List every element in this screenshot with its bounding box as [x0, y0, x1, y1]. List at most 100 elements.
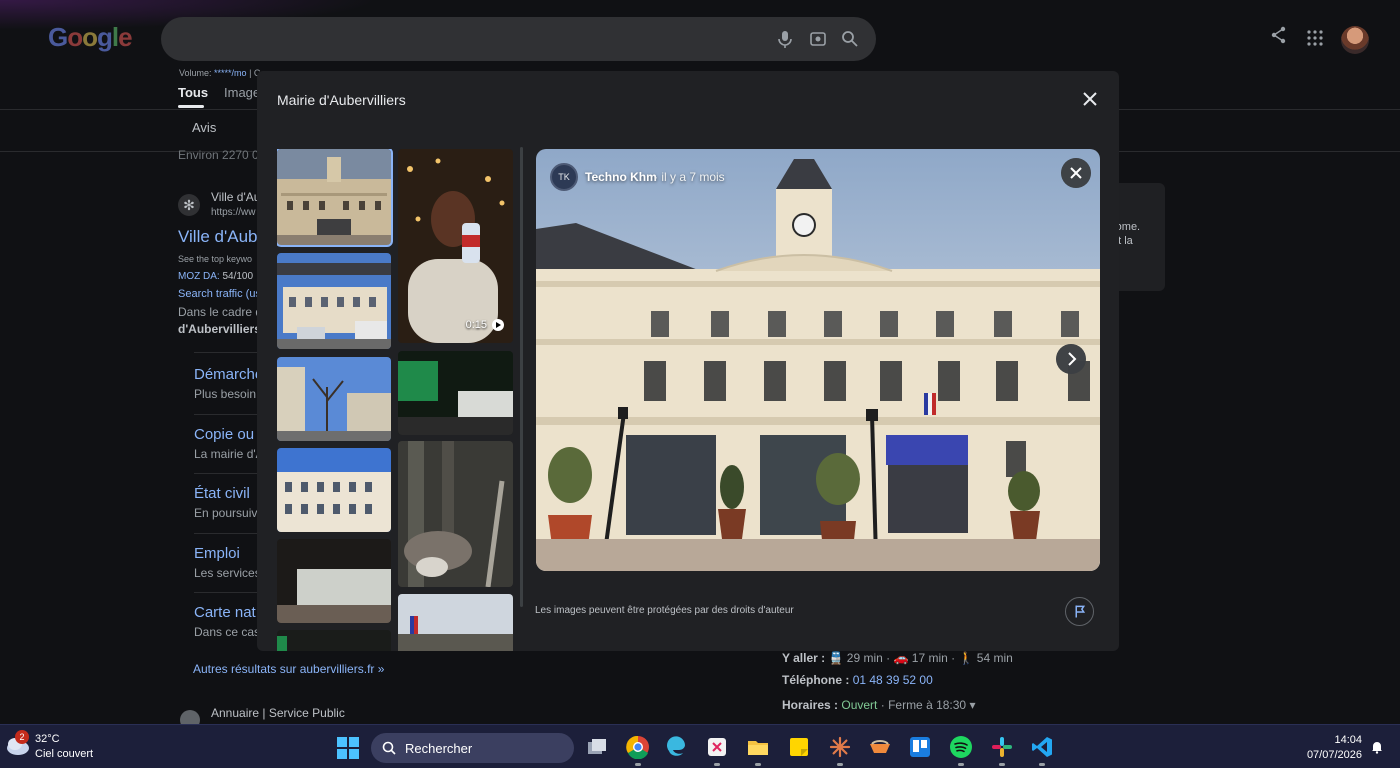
search-traffic-link[interactable]: Search traffic (us — [178, 288, 261, 300]
camera-lens-icon[interactable] — [808, 29, 828, 49]
edge-icon[interactable] — [665, 735, 689, 759]
slack-icon[interactable] — [990, 735, 1014, 759]
source-avatar[interactable]: TK — [550, 163, 578, 191]
spotify-icon[interactable] — [949, 735, 973, 759]
result-snippet-bold: d'Aubervilliers — [178, 322, 261, 336]
running-indicator — [999, 763, 1005, 766]
sitelink-title[interactable]: Emploi — [194, 545, 261, 562]
seo-line: See the top keywo — [178, 254, 253, 264]
thumbnail-image[interactable] — [398, 441, 513, 587]
claude-icon[interactable] — [828, 735, 852, 759]
video-duration: 0:15 — [465, 319, 487, 331]
chrome-icon[interactable] — [626, 735, 650, 759]
microphone-icon[interactable] — [775, 29, 795, 49]
close-icon[interactable] — [1061, 158, 1091, 188]
post-time: · il y a 7 mois — [654, 170, 725, 184]
apps-grid-icon[interactable] — [1307, 30, 1323, 46]
thumbnail-image[interactable] — [398, 351, 513, 435]
play-icon — [492, 319, 504, 331]
sitelink-title[interactable]: Carte nat — [194, 604, 260, 621]
sitelink-carte[interactable]: Carte nat Dans ce cas — [194, 604, 260, 639]
clock-time[interactable]: 14:04 — [1300, 734, 1362, 746]
search-icon — [382, 741, 396, 755]
search-icon[interactable] — [840, 29, 860, 49]
thumbnail-video[interactable]: 0:15 — [398, 149, 513, 343]
taskbar-search[interactable]: Rechercher — [371, 733, 574, 763]
thumbnail-image[interactable] — [277, 357, 391, 441]
sitelink-desc: Dans ce cas — [194, 625, 261, 639]
sitelink-desc: Plus besoin — [194, 387, 257, 401]
running-indicator — [1039, 763, 1045, 766]
thumbnail-image[interactable] — [398, 594, 513, 651]
image-preview[interactable]: TK Techno Khm · il y a 7 mois — [536, 149, 1100, 571]
walk-time[interactable]: 54 min — [977, 651, 1013, 665]
thumbnail-image[interactable] — [277, 253, 391, 349]
running-indicator — [837, 763, 843, 766]
source-name[interactable]: Techno Khm — [585, 170, 657, 184]
thumbnail-scrollbar[interactable] — [520, 147, 523, 607]
account-avatar[interactable] — [1341, 26, 1369, 54]
result-title-link[interactable]: Ville d'Aube — [178, 227, 267, 247]
filter-chip-avis[interactable]: Avis — [192, 120, 216, 135]
report-flag-icon[interactable] — [1065, 597, 1094, 626]
clock-date[interactable]: 07/07/2026 — [1300, 749, 1362, 761]
sitelink-title[interactable]: Copie ou — [194, 426, 264, 443]
hours-close[interactable]: · Ferme à 18:30 ▾ — [881, 698, 976, 712]
sitelink-title[interactable]: Démarche — [194, 366, 263, 383]
walk-icon: 🚶 — [958, 651, 974, 665]
google-logo[interactable]: Google — [48, 22, 133, 53]
chevron-right-icon[interactable] — [1056, 344, 1086, 374]
result-site-url[interactable]: https://ww — [211, 207, 255, 218]
file-explorer-icon[interactable] — [746, 735, 770, 759]
thumbnail-image[interactable] — [277, 448, 391, 532]
phone-link[interactable]: 01 48 39 52 00 — [853, 673, 933, 687]
temperature[interactable]: 32°C — [35, 733, 60, 745]
running-indicator — [635, 763, 641, 766]
next-result-title[interactable]: Annuaire | Service Public — [211, 706, 345, 720]
sticky-notes-icon[interactable] — [787, 735, 811, 759]
trello-icon[interactable] — [908, 735, 932, 759]
running-indicator — [714, 763, 720, 766]
volume-line: Volume: *****/mo | C — [179, 68, 261, 78]
sitelink-desc: Les services — [194, 566, 261, 580]
more-results-link[interactable]: Autres résultats sur aubervilliers.fr » — [193, 662, 384, 676]
notification-bell-icon[interactable] — [1370, 740, 1384, 754]
sitelink-title[interactable]: État civil — [194, 485, 264, 502]
sitelink-demarche[interactable]: Démarche Plus besoin — [194, 366, 263, 401]
copyright-notice: Les images peuvent être protégées par de… — [535, 605, 794, 616]
tab-all[interactable]: Tous — [178, 85, 208, 100]
result-snippet: Dans le cadre d — [178, 305, 263, 319]
windows-start-icon[interactable] — [337, 737, 359, 759]
results-count: Environ 2270 0 — [178, 148, 259, 162]
directions-row: Y aller : 🚆 29 min · 🚗 17 min · 🚶 54 min — [782, 651, 1013, 665]
snipping-tool-icon[interactable] — [705, 735, 729, 759]
thumbnail-image[interactable] — [277, 630, 391, 651]
thumbnail-image[interactable] — [277, 539, 391, 623]
close-icon[interactable] — [1079, 88, 1101, 110]
result-site-name[interactable]: Ville d'Au — [211, 190, 260, 204]
tab-all-underline — [178, 105, 204, 108]
weather-notification-badge: 2 — [15, 730, 29, 744]
hours-row[interactable]: Horaires : Ouvert · Ferme à 18:30 ▾ — [782, 698, 975, 712]
image-viewer-modal: Mairie d'Aubervilliers 0:15 TK Techno Kh… — [257, 71, 1119, 651]
share-icon[interactable] — [1270, 26, 1288, 44]
transit-time[interactable]: 29 min — [847, 651, 883, 665]
moz-da: MOZ DA: 54/100 — [178, 271, 254, 282]
tab-images[interactable]: Image — [224, 85, 260, 100]
vscode-icon[interactable] — [1030, 735, 1054, 759]
app-bowl-icon[interactable] — [868, 735, 892, 759]
weather-condition[interactable]: Ciel couvert — [35, 748, 93, 760]
thumbnail-image[interactable] — [277, 149, 393, 247]
car-time[interactable]: 17 min — [912, 651, 948, 665]
thumbnail-list[interactable]: 0:15 — [277, 149, 517, 651]
task-view-icon[interactable] — [585, 735, 609, 759]
sitelink-etat-civil[interactable]: État civil En poursuiva — [194, 485, 264, 520]
sitelink-emploi[interactable]: Emploi Les services — [194, 545, 261, 580]
modal-title: Mairie d'Aubervilliers — [277, 92, 406, 108]
search-bar[interactable] — [161, 17, 876, 61]
sitelink-copie[interactable]: Copie ou La mairie d'A — [194, 426, 264, 461]
sitelink-desc: La mairie d'A — [194, 447, 264, 461]
hours-status: Ouvert — [841, 698, 878, 712]
taskbar: 2 32°C Ciel couvert Rechercher 14:04 07/… — [0, 724, 1400, 768]
transit-icon: 🚆 — [828, 651, 844, 665]
